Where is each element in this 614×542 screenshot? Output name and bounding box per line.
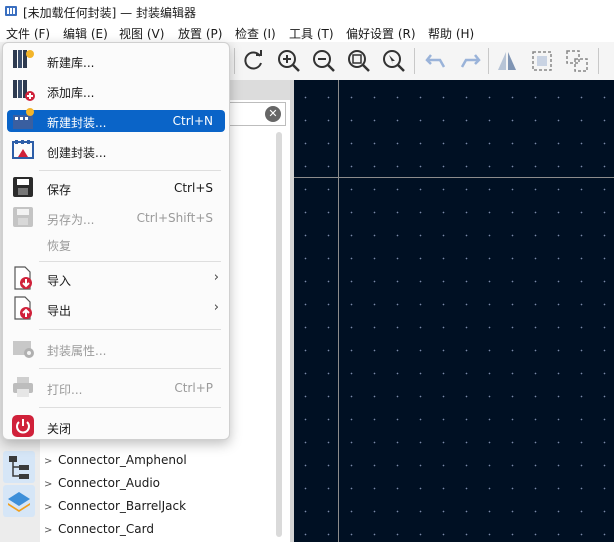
menu-place[interactable]: 放置 (P) <box>178 25 222 42</box>
redo-icon[interactable] <box>456 47 484 75</box>
tree-item[interactable]: > Connector_Amphenol <box>44 453 187 473</box>
menu-separator <box>39 261 221 262</box>
toolbar-separator <box>234 48 235 74</box>
menu-item-label: 导入 <box>47 274 72 288</box>
crosshair-horizontal <box>294 177 614 178</box>
menu-item-new-footprint[interactable]: 新建封装... Ctrl+N <box>7 108 225 132</box>
menu-item-label: 保存 <box>47 183 72 197</box>
menu-item-revert[interactable]: 恢复 <box>7 233 225 255</box>
add-library-icon <box>13 80 35 101</box>
title-bar: [未加载任何封装] — 封装编辑器 <box>0 0 614 22</box>
chevron-right-icon: > <box>44 456 53 467</box>
tree-item[interactable]: > Connector_Audio <box>44 476 160 496</box>
tree-item-label: Connector_BarrelJack <box>58 499 187 513</box>
menu-item-export[interactable]: 导出 › <box>7 296 225 320</box>
close-power-icon <box>12 415 34 437</box>
window-title: [未加载任何封装] — 封装编辑器 <box>23 6 196 20</box>
import-icon <box>14 266 32 290</box>
menu-item-label: 另存为... <box>47 213 95 227</box>
menu-separator <box>39 170 221 171</box>
menu-tools[interactable]: 工具 (T) <box>289 25 334 42</box>
panel-scrollbar[interactable] <box>276 132 282 537</box>
tree-item[interactable]: > Connector_Card <box>44 522 154 542</box>
menu-item-label: 新建库... <box>47 56 95 70</box>
menu-bar: 文件 (F) 编辑 (E) 视图 (V) 放置 (P) 检查 (I) 工具 (T… <box>0 22 614 42</box>
tree-item-label: Connector_Card <box>58 522 154 536</box>
menu-item-shortcut: Ctrl+S <box>173 181 213 195</box>
menu-separator <box>39 368 221 369</box>
submenu-arrow-icon: › <box>213 300 219 315</box>
menu-item-label: 恢复 <box>47 239 72 253</box>
new-footprint-icon <box>13 108 34 129</box>
menu-preferences[interactable]: 偏好设置 (R) <box>346 25 416 42</box>
menu-item-label: 封装属性... <box>47 344 107 358</box>
menu-edit[interactable]: 编辑 (E) <box>63 25 108 42</box>
tree-item-label: Connector_Audio <box>58 476 160 490</box>
chevron-right-icon: > <box>44 502 53 513</box>
menu-separator <box>39 329 221 330</box>
menu-item-label: 添加库... <box>47 86 95 100</box>
menu-item-label: 新建封装... <box>47 116 107 130</box>
toolbar-separator <box>598 48 599 74</box>
tree-item[interactable]: > Connector_BarrelJack <box>44 499 186 519</box>
zoom-out-icon[interactable] <box>310 47 338 75</box>
hierarchy-icon[interactable] <box>3 451 35 483</box>
tree-item-label: Connector_Amphenol <box>58 453 187 467</box>
ungroup-icon[interactable] <box>563 47 591 75</box>
menu-item-import[interactable]: 导入 › <box>7 266 225 290</box>
toolbar-separator <box>414 48 415 74</box>
menu-file[interactable]: 文件 (F) <box>6 25 50 42</box>
kicad-app-icon <box>5 6 17 16</box>
chevron-right-icon: > <box>44 479 53 490</box>
print-icon <box>13 377 33 397</box>
menu-item-add-library[interactable]: 添加库... <box>7 80 225 102</box>
menu-item-shortcut: Ctrl+Shift+S <box>136 211 213 225</box>
submenu-arrow-icon: › <box>213 270 219 285</box>
menu-item-label: 导出 <box>47 304 72 318</box>
menu-item-create-footprint[interactable]: 创建封装... <box>7 140 225 162</box>
layers-icon[interactable] <box>3 485 35 517</box>
export-icon <box>14 296 32 320</box>
new-library-icon <box>13 50 34 68</box>
chevron-right-icon: > <box>44 525 53 536</box>
footprint-canvas[interactable] <box>294 80 614 542</box>
menu-item-label: 打印... <box>47 383 83 397</box>
menu-item-shortcut: Ctrl+N <box>172 114 213 128</box>
group-icon[interactable] <box>528 47 556 75</box>
zoom-in-icon[interactable] <box>275 47 303 75</box>
menu-item-save-as[interactable]: 另存为... Ctrl+Shift+S <box>7 207 225 229</box>
save-as-icon <box>13 207 33 227</box>
clear-search-icon[interactable]: ✕ <box>265 106 281 122</box>
menu-item-label: 关闭 <box>47 422 72 436</box>
menu-item-new-library[interactable]: 新建库... <box>7 50 225 72</box>
menu-item-close[interactable]: 关闭 <box>7 415 225 438</box>
undo-icon[interactable] <box>422 47 450 75</box>
menu-item-label: 创建封装... <box>47 146 107 160</box>
zoom-selection-icon[interactable] <box>380 47 408 75</box>
zoom-fit-icon[interactable] <box>345 47 373 75</box>
menu-view[interactable]: 视图 (V) <box>119 25 164 42</box>
create-footprint-icon <box>12 140 34 159</box>
menu-item-footprint-properties[interactable]: 封装属性... <box>7 338 225 360</box>
footprint-properties-icon <box>13 341 34 358</box>
toolbar-separator <box>488 48 489 74</box>
menu-item-save[interactable]: 保存 Ctrl+S <box>7 177 225 199</box>
save-icon <box>13 177 33 197</box>
file-menu-dropdown: 新建库... 添加库... 新建封装... Ctrl+N 创建封装... 保存 … <box>2 42 230 440</box>
menu-item-print[interactable]: 打印... Ctrl+P <box>7 377 225 399</box>
mirror-icon[interactable] <box>493 47 521 75</box>
menu-help[interactable]: 帮助 (H) <box>428 25 474 42</box>
refresh-icon[interactable] <box>239 47 267 75</box>
crosshair-vertical <box>338 80 339 542</box>
menu-item-shortcut: Ctrl+P <box>174 381 213 395</box>
menu-separator <box>39 407 221 408</box>
menu-inspect[interactable]: 检查 (I) <box>235 25 276 42</box>
